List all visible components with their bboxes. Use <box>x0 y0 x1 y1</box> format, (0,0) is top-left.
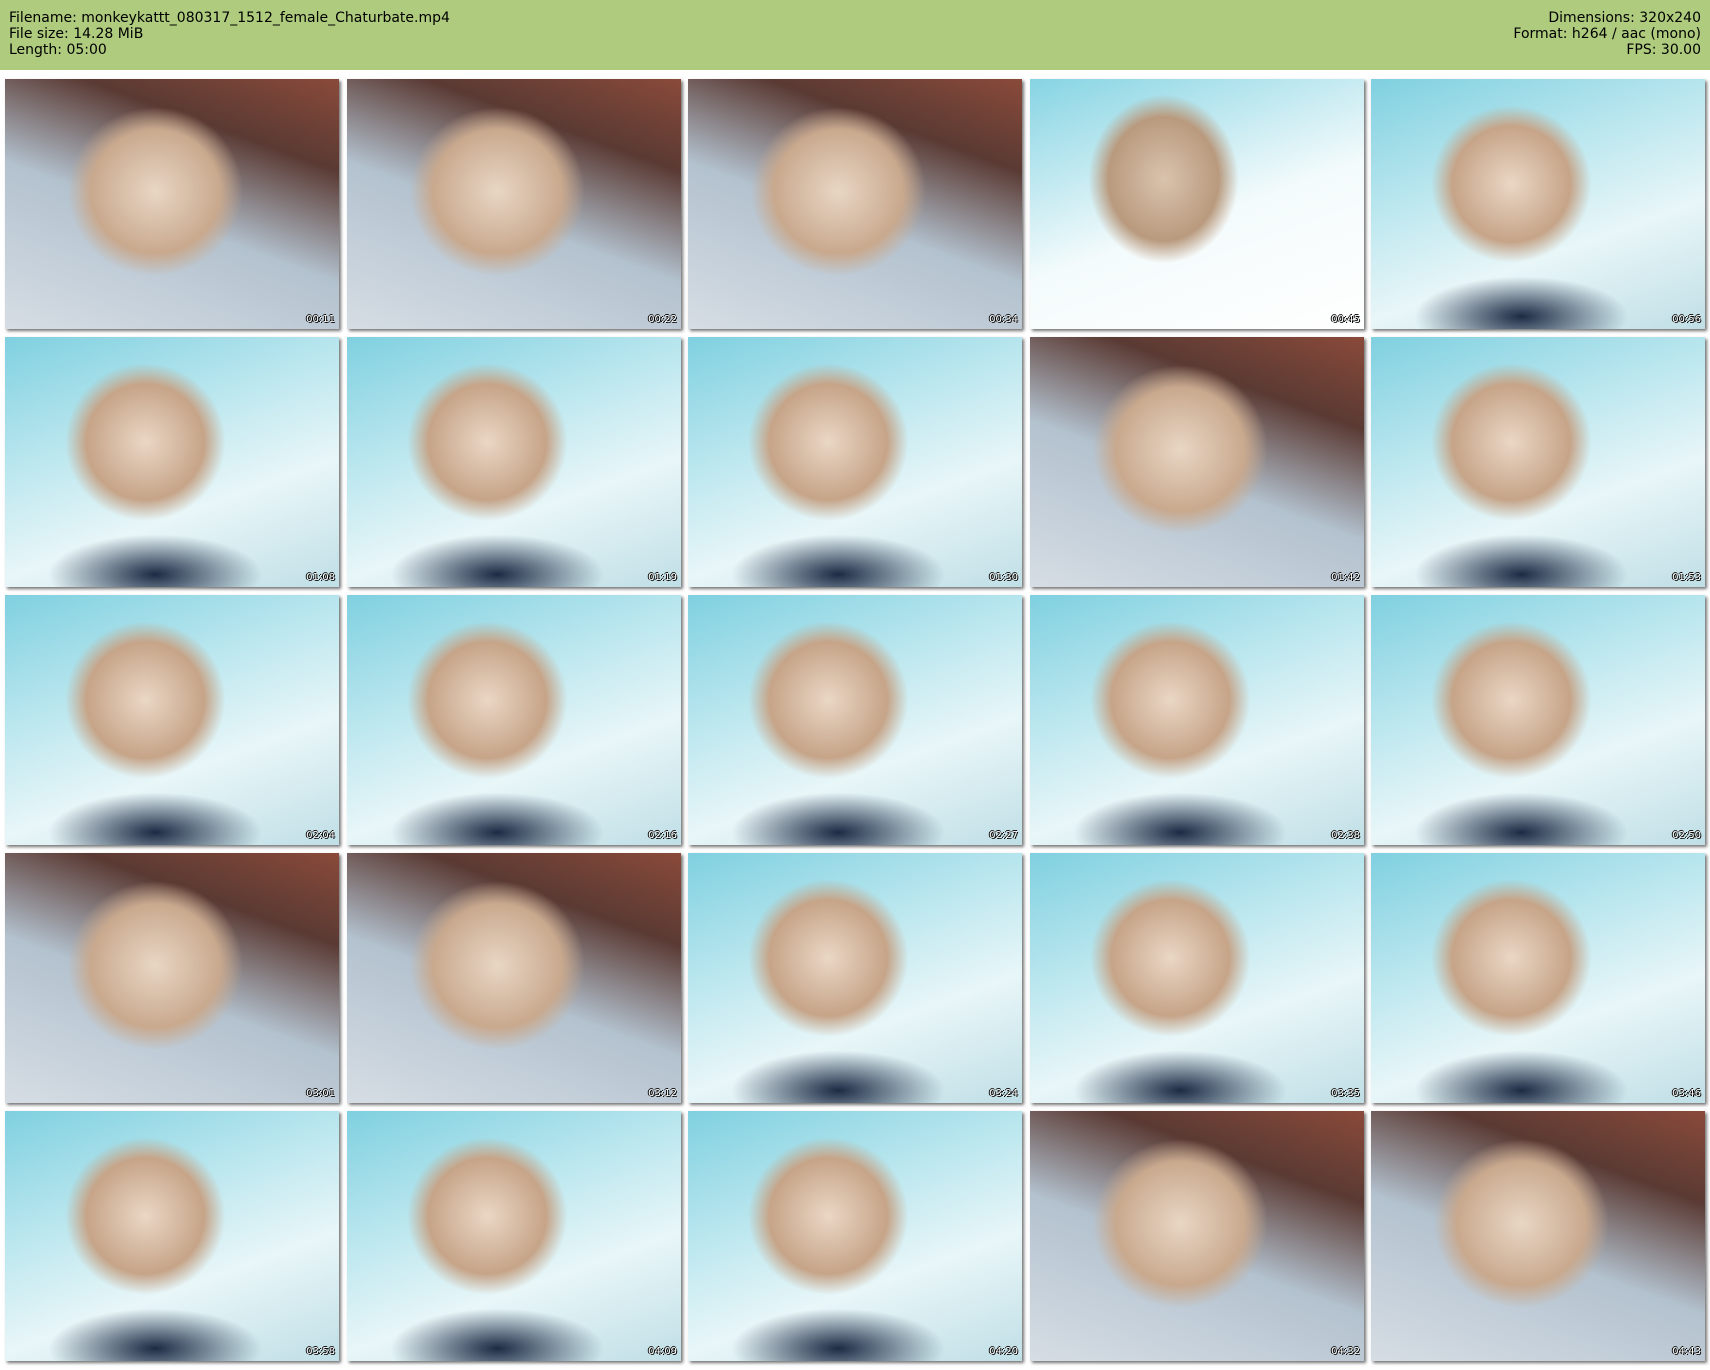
thumbnail-timestamp: 00:45 <box>1331 314 1360 325</box>
thumbnail-image <box>688 853 1022 1103</box>
thumbnail-frame: 04:43 <box>1371 1111 1705 1361</box>
thumbnail-timestamp: 03:12 <box>648 1088 677 1099</box>
file-info-right: Dimensions: 320x240 Format: h264 / aac (… <box>1513 10 1701 58</box>
thumbnail-timestamp: 00:56 <box>1672 314 1701 325</box>
thumbnail-image <box>347 1111 681 1361</box>
thumbnail-timestamp: 02:16 <box>648 830 677 841</box>
thumbnail-frame: 03:46 <box>1371 853 1705 1103</box>
file-info-header: Filename: monkeykattt_080317_1512_female… <box>0 0 1710 70</box>
thumbnail-frame: 02:50 <box>1371 595 1705 845</box>
thumbnail-image <box>1030 337 1364 587</box>
thumbnail-image <box>1030 595 1364 845</box>
thumbnail-image <box>347 337 681 587</box>
thumbnail-frame: 04:32 <box>1030 1111 1364 1361</box>
thumbnail-timestamp: 03:24 <box>989 1088 1018 1099</box>
thumbnail-image <box>1371 595 1705 845</box>
thumbnail-frame: 02:27 <box>688 595 1022 845</box>
filesize-text: File size: 14.28 MiB <box>9 26 144 42</box>
thumbnail-timestamp: 00:34 <box>989 314 1018 325</box>
thumbnail-timestamp: 04:32 <box>1331 1346 1360 1357</box>
thumbnail-frame: 03:01 <box>5 853 339 1103</box>
thumbnail-timestamp: 04:09 <box>648 1346 677 1357</box>
thumbnail-frame: 01:08 <box>5 337 339 587</box>
thumbnail-frame: 01:19 <box>347 337 681 587</box>
thumbnail-frame: 01:30 <box>688 337 1022 587</box>
thumbnail-frame: 03:24 <box>688 853 1022 1103</box>
format-text: Format: h264 / aac (mono) <box>1513 26 1701 42</box>
thumbnail-timestamp: 03:58 <box>306 1346 335 1357</box>
thumbnail-frame: 04:09 <box>347 1111 681 1361</box>
thumbnail-timestamp: 01:30 <box>989 572 1018 583</box>
thumbnail-image <box>5 337 339 587</box>
thumbnail-image <box>1030 853 1364 1103</box>
thumbnail-image <box>347 79 681 329</box>
file-info-left: Filename: monkeykattt_080317_1512_female… <box>9 10 450 58</box>
thumbnail-image <box>5 595 339 845</box>
thumbnail-image <box>1030 1111 1364 1361</box>
thumbnail-timestamp: 01:19 <box>648 572 677 583</box>
thumbnail-image <box>688 1111 1022 1361</box>
thumbnail-image <box>1371 79 1705 329</box>
thumbnail-timestamp: 03:01 <box>306 1088 335 1099</box>
thumbnail-frame: 04:20 <box>688 1111 1022 1361</box>
thumbnail-frame: 00:56 <box>1371 79 1705 329</box>
thumbnail-image <box>1371 853 1705 1103</box>
thumbnail-timestamp: 02:50 <box>1672 830 1701 841</box>
thumbnail-timestamp: 04:20 <box>989 1346 1018 1357</box>
filename-text: Filename: monkeykattt_080317_1512_female… <box>9 10 450 26</box>
thumbnail-frame: 02:16 <box>347 595 681 845</box>
fps-text: FPS: 30.00 <box>1626 42 1701 58</box>
thumbnail-timestamp: 01:08 <box>306 572 335 583</box>
thumbnail-frame: 00:11 <box>5 79 339 329</box>
thumbnail-image <box>5 1111 339 1361</box>
thumbnail-frame: 00:22 <box>347 79 681 329</box>
thumbnail-grid: 00:11 00:22 00:34 00:45 00:56 01:08 01:19 01:30… <box>5 79 1707 1365</box>
thumbnail-frame: 01:53 <box>1371 337 1705 587</box>
thumbnail-timestamp: 02:38 <box>1331 830 1360 841</box>
thumbnail-image <box>5 79 339 329</box>
thumbnail-frame: 03:12 <box>347 853 681 1103</box>
thumbnail-image <box>688 595 1022 845</box>
thumbnail-frame: 01:42 <box>1030 337 1364 587</box>
thumbnail-timestamp: 02:27 <box>989 830 1018 841</box>
thumbnail-frame: 00:45 <box>1030 79 1364 329</box>
thumbnail-frame: 03:35 <box>1030 853 1364 1103</box>
thumbnail-frame: 03:58 <box>5 1111 339 1361</box>
thumbnail-timestamp: 02:04 <box>306 830 335 841</box>
thumbnail-timestamp: 00:11 <box>306 314 335 325</box>
thumbnail-frame: 02:04 <box>5 595 339 845</box>
thumbnail-frame: 02:38 <box>1030 595 1364 845</box>
thumbnail-timestamp: 03:46 <box>1672 1088 1701 1099</box>
thumbnail-timestamp: 01:53 <box>1672 572 1701 583</box>
thumbnail-timestamp: 04:43 <box>1672 1346 1701 1357</box>
thumbnail-frame: 00:34 <box>688 79 1022 329</box>
thumbnail-image <box>688 79 1022 329</box>
thumbnail-image <box>347 595 681 845</box>
thumbnail-image <box>1030 79 1364 329</box>
thumbnail-image <box>347 853 681 1103</box>
thumbnail-timestamp: 01:42 <box>1331 572 1360 583</box>
dimensions-text: Dimensions: 320x240 <box>1548 10 1701 26</box>
thumbnail-image <box>1371 1111 1705 1361</box>
thumbnail-timestamp: 00:22 <box>648 314 677 325</box>
thumbnail-timestamp: 03:35 <box>1331 1088 1360 1099</box>
length-text: Length: 05:00 <box>9 42 107 58</box>
thumbnail-image <box>688 337 1022 587</box>
thumbnail-image <box>5 853 339 1103</box>
thumbnail-image <box>1371 337 1705 587</box>
